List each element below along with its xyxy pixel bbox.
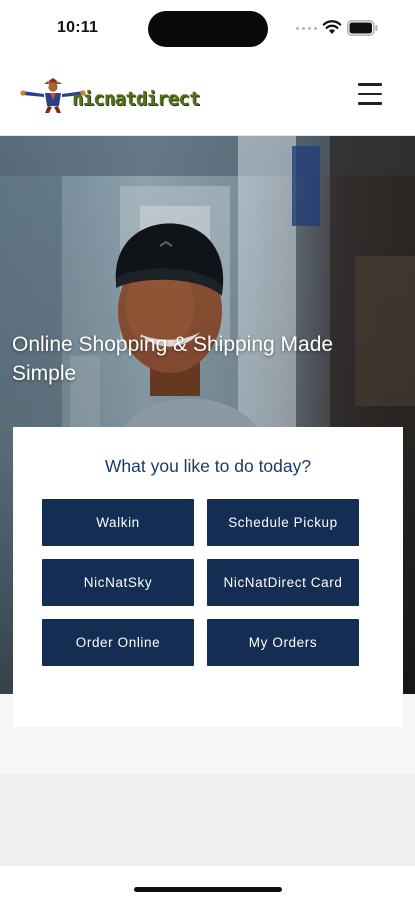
walkin-button[interactable]: Walkin [42,499,194,546]
action-card: What you like to do today? Walkin Schedu… [13,427,403,727]
order-online-button[interactable]: Order Online [42,619,194,666]
home-indicator-area [0,866,415,900]
wifi-icon [322,20,342,34]
nicnatdirect-card-button[interactable]: NicNatDirect Card [207,559,359,606]
brand-logo[interactable]: nicnatdirect [20,78,200,114]
dynamic-island [148,11,268,47]
schedule-pickup-button[interactable]: Schedule Pickup [207,499,359,546]
action-card-heading: What you like to do today? [104,456,312,476]
app-header: nicnatdirect [0,56,415,136]
cellular-signal-icon [296,27,317,30]
hamburger-menu-button[interactable] [356,83,384,109]
nicnatsky-button[interactable]: NicNatSky [42,559,194,606]
status-time: 10:11 [57,19,99,36]
home-indicator[interactable] [134,887,282,892]
status-bar: 10:11 [0,0,415,56]
hero-title: Online Shopping & Shipping Made Simple [12,333,334,385]
brand-wordmark: nicnatdirect [72,88,200,110]
battery-icon [347,20,378,36]
bottom-area [0,774,415,866]
action-button-grid: Walkin Schedule Pickup NicNatSky NicNatD… [42,499,359,666]
my-orders-button[interactable]: My Orders [207,619,359,666]
